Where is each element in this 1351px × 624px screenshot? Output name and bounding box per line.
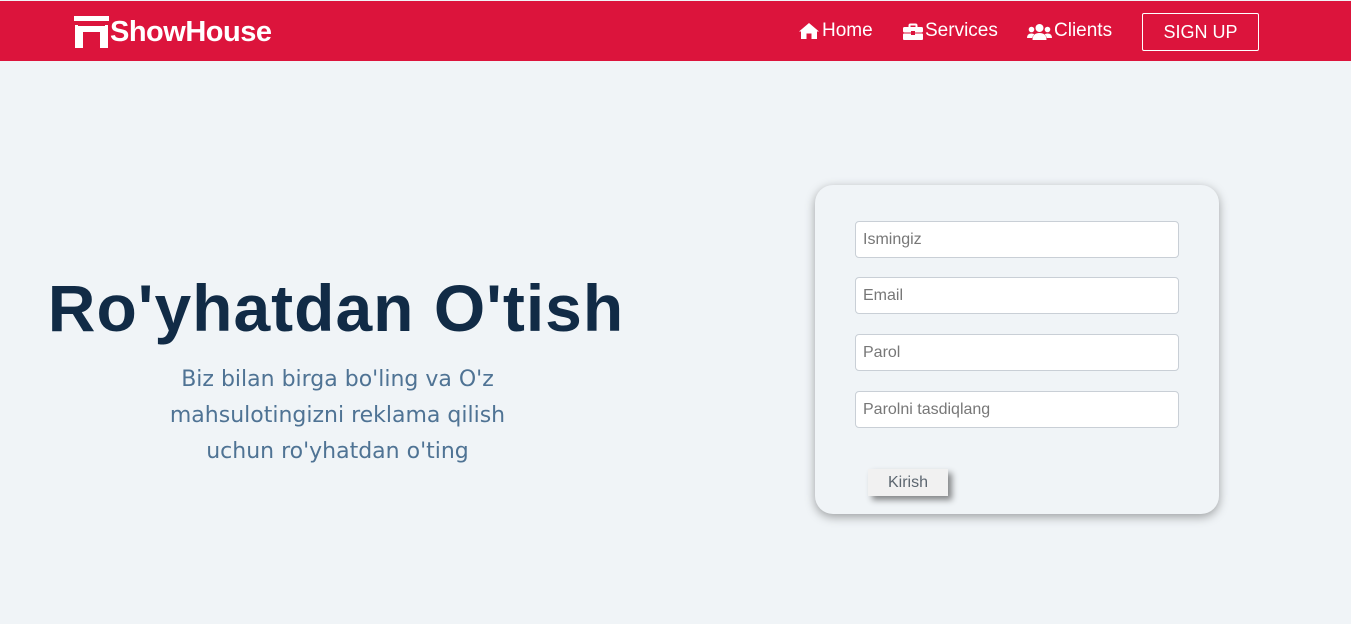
users-icon bbox=[1027, 23, 1052, 40]
password-input[interactable] bbox=[855, 334, 1179, 371]
navbar: ShowHouse Home Services Clients SIGN UP bbox=[0, 1, 1351, 61]
nav-clients-label: Clients bbox=[1054, 20, 1113, 41]
page-title: Ro'yhatdan O'tish bbox=[47, 271, 625, 345]
nav-services-label: Services bbox=[925, 20, 998, 41]
house-logo-icon bbox=[74, 16, 109, 48]
nav-home[interactable]: Home bbox=[798, 19, 873, 43]
confirm-password-input[interactable] bbox=[855, 391, 1179, 428]
nav-clients[interactable]: Clients bbox=[1027, 19, 1112, 43]
brand-logo[interactable]: ShowHouse bbox=[74, 15, 272, 49]
page-subtitle: Biz bilan birga bo'ling va O'z mahsuloti… bbox=[160, 362, 515, 470]
brand-name: ShowHouse bbox=[110, 16, 272, 48]
signup-button[interactable]: SIGN UP bbox=[1142, 13, 1259, 51]
home-icon bbox=[799, 23, 819, 39]
email-input[interactable] bbox=[855, 277, 1179, 314]
name-input[interactable] bbox=[855, 221, 1179, 258]
briefcase-icon bbox=[903, 23, 923, 40]
submit-button[interactable]: Kirish bbox=[868, 469, 948, 496]
subtitle-line: mahsulotingizni reklama qilish bbox=[169, 403, 506, 428]
nav-home-label: Home bbox=[822, 20, 873, 41]
subtitle-line: Biz bilan birga bo'ling va O'z bbox=[181, 367, 494, 392]
signup-form-card: Kirish bbox=[815, 185, 1219, 514]
nav-services[interactable]: Services bbox=[903, 19, 998, 43]
subtitle-line: uchun ro'yhatdan o'ting bbox=[206, 439, 469, 464]
